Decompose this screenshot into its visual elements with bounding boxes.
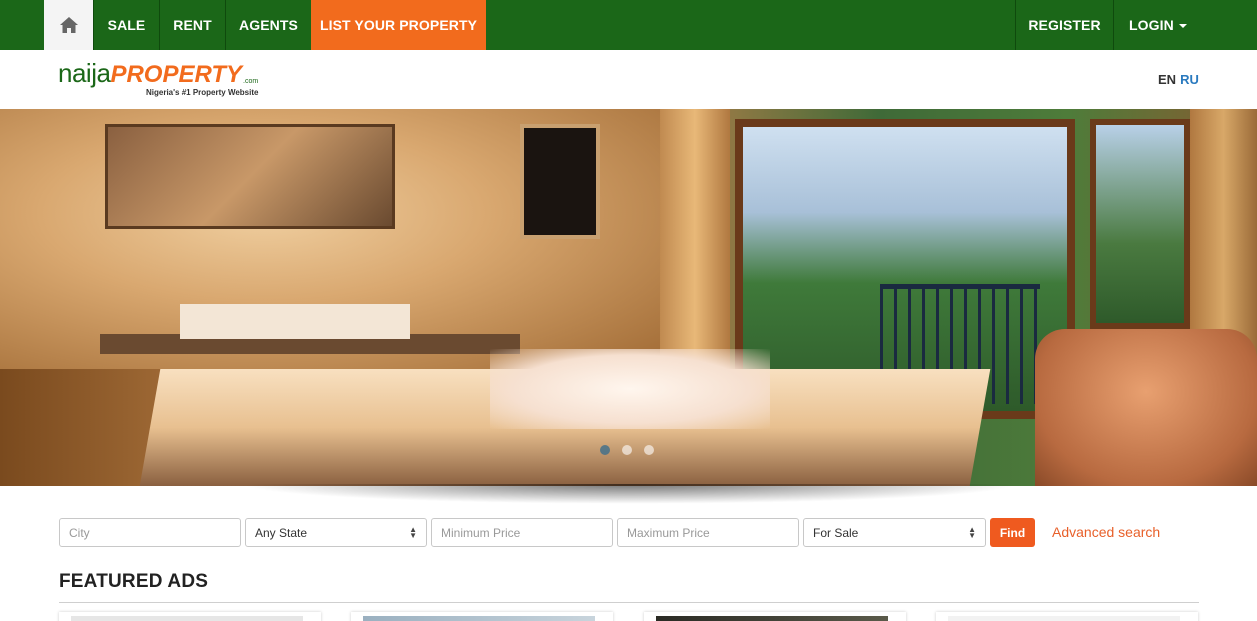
site-header: naijaPROPERTY .com Nigeria's #1 Property…	[0, 50, 1257, 109]
featured-ads-heading: FEATURED ADS	[59, 571, 209, 592]
hero-carousel[interactable]	[0, 109, 1257, 486]
featured-ad-card[interactable]	[351, 612, 613, 621]
logo-wordmark: naijaPROPERTY	[58, 58, 242, 90]
lang-ru[interactable]: RU	[1180, 72, 1199, 87]
city-input[interactable]: City	[59, 518, 241, 547]
logo-property: PROPERTY	[110, 61, 243, 88]
state-select[interactable]: Any State ▲ ▼	[245, 518, 427, 547]
lang-en[interactable]: EN	[1158, 72, 1176, 87]
nav-register[interactable]: REGISTER	[1015, 0, 1113, 50]
state-select-value: Any State	[255, 525, 308, 540]
logo-com: .com	[243, 78, 259, 85]
logo-naija: naija	[58, 58, 111, 88]
listing-type-select[interactable]: For Sale ▲ ▼	[803, 518, 986, 547]
listing-type-value: For Sale	[813, 525, 859, 540]
nav-login-label: LOGIN	[1129, 17, 1174, 33]
featured-ad-card[interactable]	[644, 612, 906, 621]
nav-agents[interactable]: AGENTS	[225, 0, 311, 50]
max-price-input[interactable]: Maximum Price	[617, 518, 799, 547]
listing-thumbnail	[948, 616, 1180, 621]
featured-ad-card[interactable]	[59, 612, 321, 621]
listing-thumbnail	[363, 616, 595, 621]
site-logo[interactable]: naijaPROPERTY .com Nigeria's #1 Property…	[58, 58, 268, 98]
nav-rent[interactable]: RENT	[159, 0, 225, 50]
carousel-indicators	[600, 445, 654, 455]
select-arrows-icon: ▲ ▼	[409, 524, 417, 540]
advanced-search-link[interactable]: Advanced search	[1052, 524, 1160, 540]
carousel-dot[interactable]	[600, 445, 610, 455]
nav-home[interactable]	[44, 0, 93, 50]
divider	[59, 602, 1199, 603]
home-icon	[59, 17, 78, 33]
find-button[interactable]: Find	[990, 518, 1035, 547]
nav-sale[interactable]: SALE	[93, 0, 159, 50]
carousel-dot[interactable]	[644, 445, 654, 455]
carousel-dot[interactable]	[622, 445, 632, 455]
featured-ad-card[interactable]	[936, 612, 1198, 621]
search-bar: City Any State ▲ ▼ Minimum Price Maximum …	[59, 518, 1209, 547]
chevron-down-icon	[1178, 24, 1187, 28]
nav-list-your-property[interactable]: LIST YOUR PROPERTY	[311, 0, 486, 50]
listing-thumbnail	[656, 616, 888, 621]
language-switcher: EN RU	[1158, 72, 1199, 87]
top-navbar: SALE RENT AGENTS LIST YOUR PROPERTY REGI…	[0, 0, 1257, 50]
logo-tagline: Nigeria's #1 Property Website	[146, 88, 259, 97]
min-price-input[interactable]: Minimum Price	[431, 518, 613, 547]
listing-thumbnail	[71, 616, 303, 621]
select-arrows-icon: ▲ ▼	[968, 524, 976, 540]
nav-login[interactable]: LOGIN	[1113, 0, 1257, 50]
